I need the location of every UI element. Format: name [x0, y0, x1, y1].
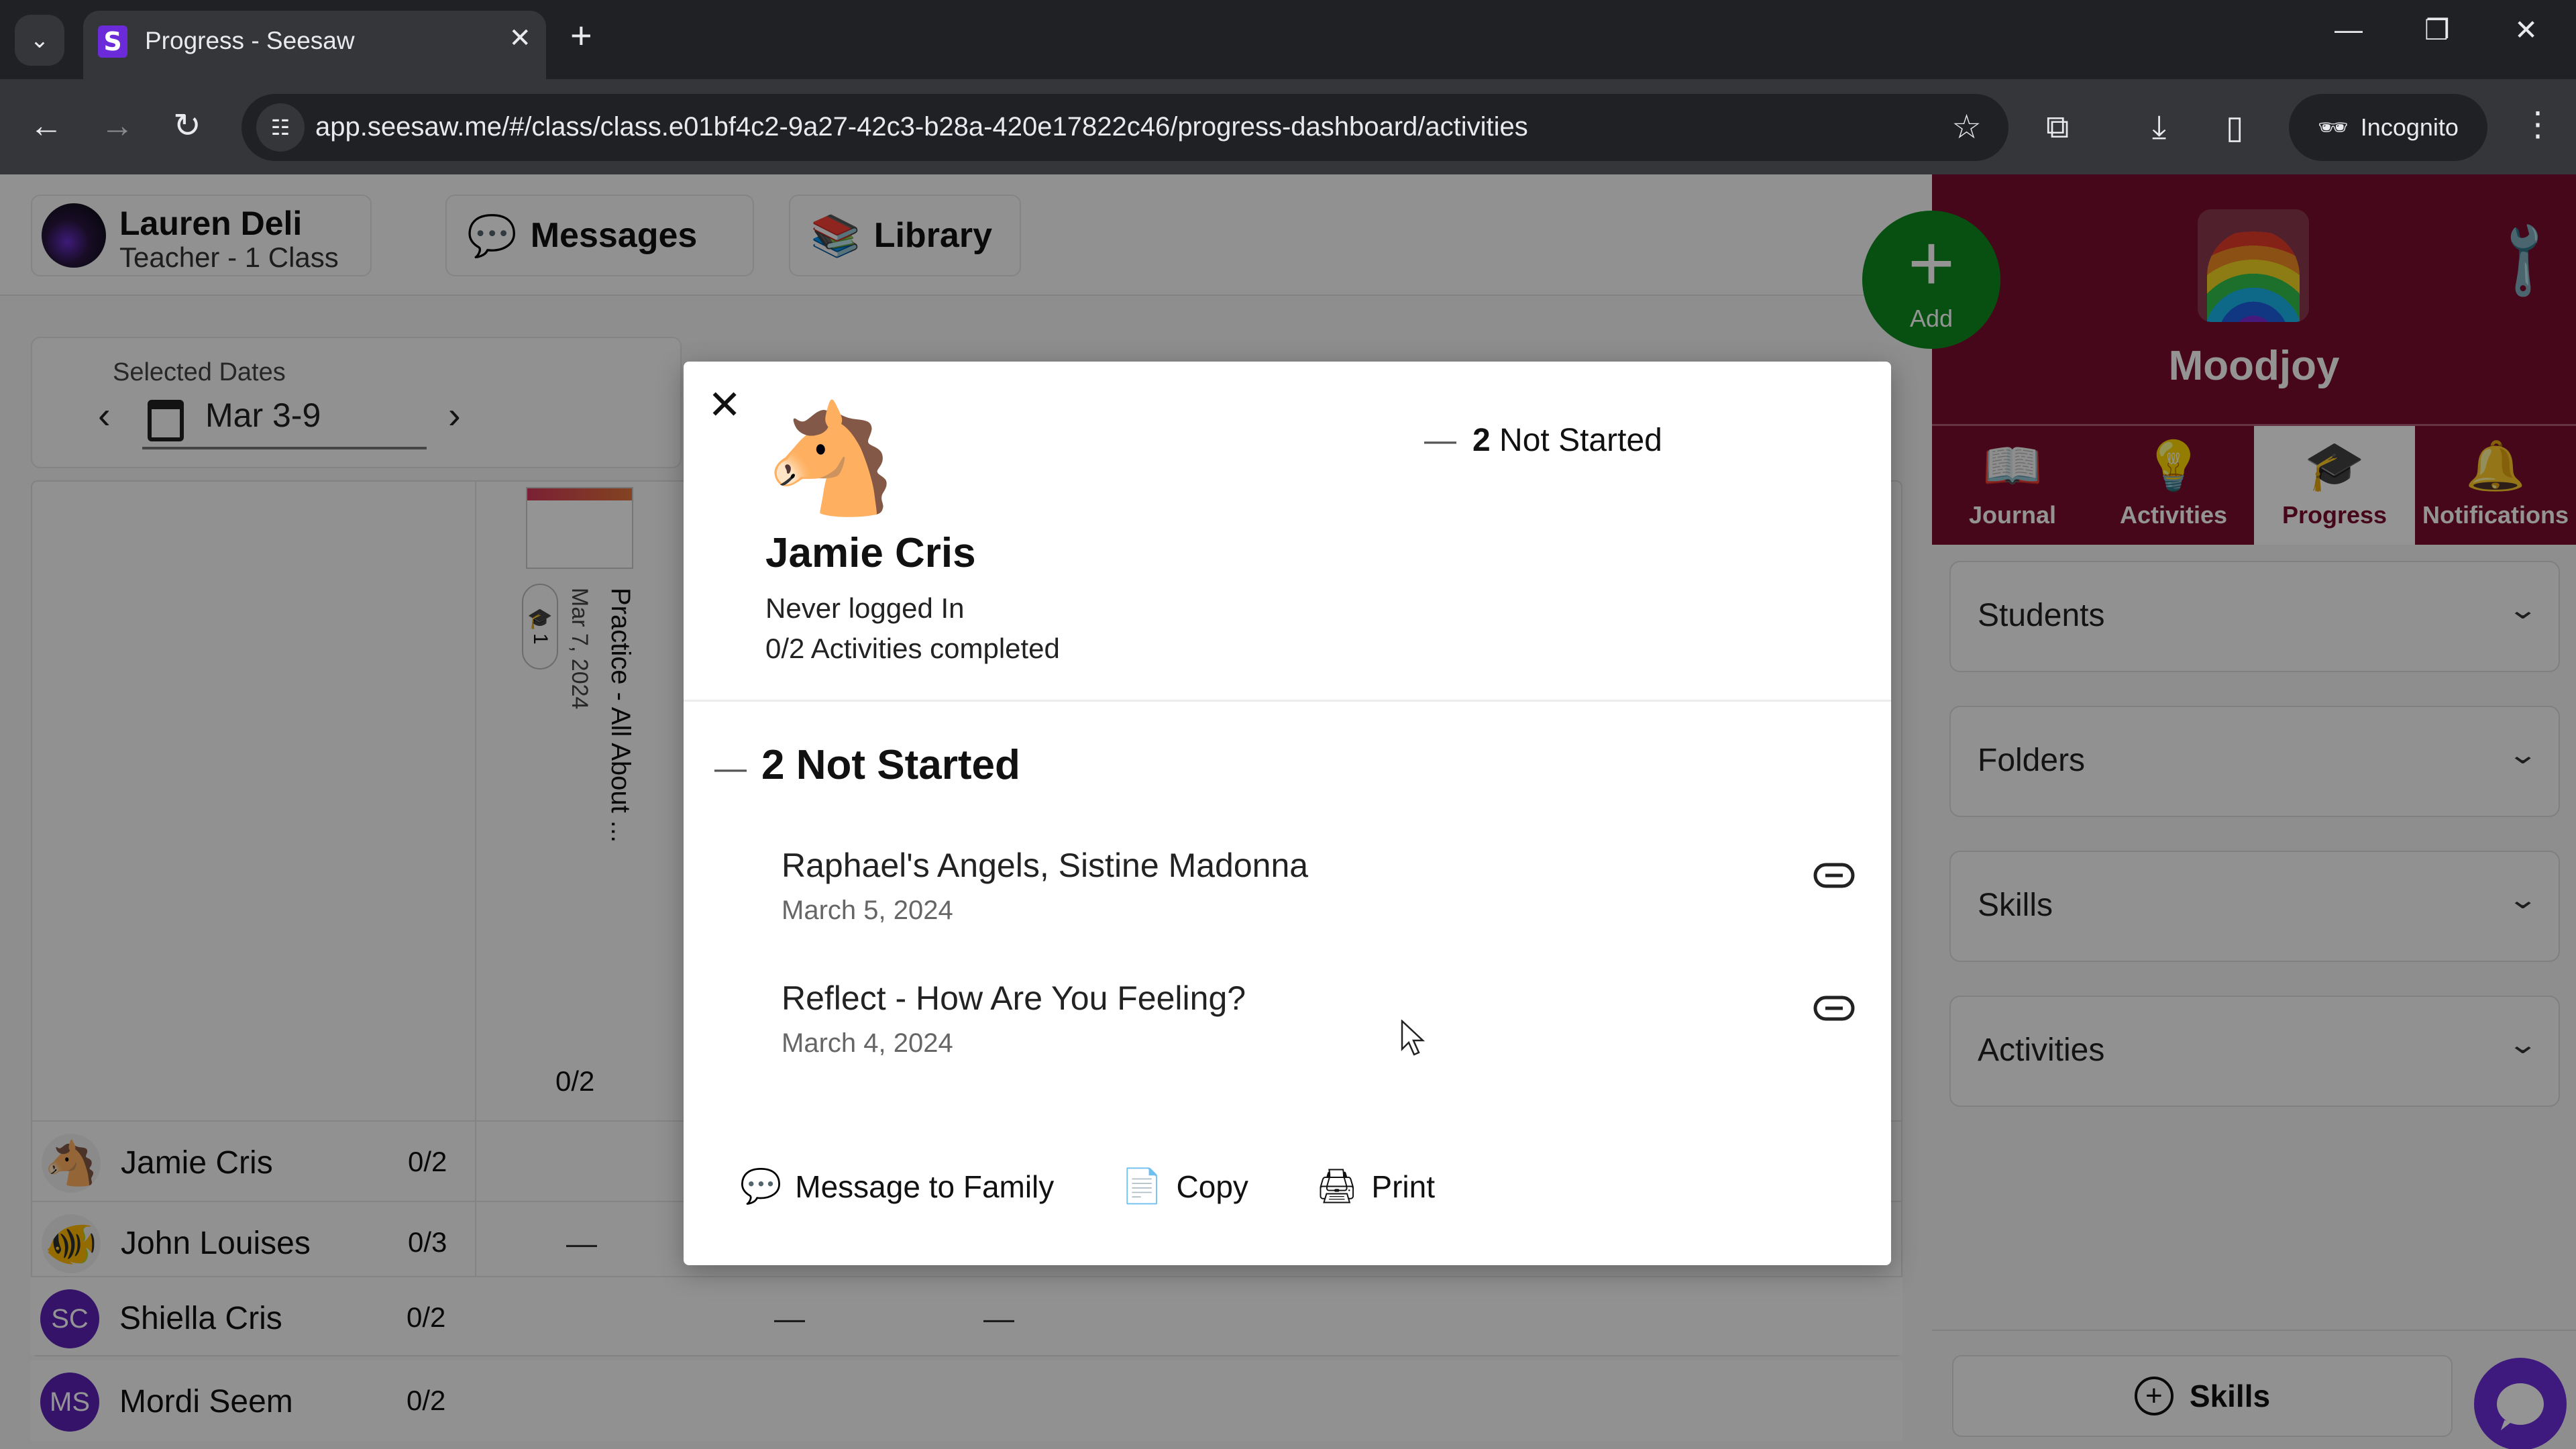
summary-count: 2	[1472, 423, 1491, 458]
activity-date: March 4, 2024	[782, 1028, 953, 1058]
print-button[interactable]: 🖨 Print	[1316, 1167, 1435, 1206]
browser-menu-icon[interactable]: ⋮	[2521, 105, 2555, 144]
forward-arrow-icon[interactable]: →	[101, 106, 134, 145]
site-info-icon[interactable]: ☷	[256, 103, 305, 152]
not-started-section-header[interactable]: — 2 Not Started	[714, 741, 1020, 789]
collapse-dash-icon: —	[714, 751, 747, 786]
chat-bubbles-icon: 💬	[740, 1167, 782, 1205]
address-bar[interactable]: ☷ app.seesaw.me/#/class/class.e01bf4c2-9…	[241, 94, 2008, 161]
close-modal-icon[interactable]: ✕	[708, 382, 741, 429]
incognito-icon: 🕶	[2318, 113, 2349, 141]
login-status: Never logged In	[765, 592, 965, 624]
link-icon[interactable]	[1813, 862, 1855, 889]
modal-student-name: Jamie Cris	[765, 530, 976, 576]
message-to-family-label: Message to Family	[795, 1169, 1055, 1204]
activity-title[interactable]: Raphael's Angels, Sistine Madonna	[782, 846, 1308, 885]
activity-list-item[interactable]: Reflect - How Are You Feeling? March 4, …	[782, 979, 1855, 1079]
not-started-dash-icon: —	[1424, 423, 1456, 458]
restore-window-icon[interactable]: ❐	[2424, 13, 2450, 46]
chevron-down-icon: ⌄	[30, 28, 50, 53]
printer-icon: 🖨	[1315, 1167, 1358, 1205]
extensions-puzzle-icon[interactable]: ⧉	[2046, 109, 2069, 146]
incognito-indicator[interactable]: 🕶 Incognito	[2289, 94, 2487, 161]
back-arrow-icon[interactable]: ←	[30, 106, 63, 145]
bookmark-star-icon[interactable]: ☆	[1951, 107, 1982, 146]
copy-button[interactable]: 📄 Copy	[1121, 1167, 1248, 1206]
modal-actions: 💬 Message to Family 📄 Copy 🖨 Print	[740, 1167, 1435, 1206]
summary-label: Not Started	[1499, 423, 1662, 458]
reload-icon[interactable]: ↻	[173, 106, 201, 145]
tab-close-icon[interactable]: ✕	[508, 23, 531, 54]
status-summary[interactable]: — 2 Not Started	[1424, 422, 1662, 459]
browser-tab-bar: ⌄ S Progress - Seesaw ✕ + — ❐ ✕	[0, 0, 2576, 80]
copy-label: Copy	[1176, 1169, 1248, 1204]
message-to-family-button[interactable]: 💬 Message to Family	[740, 1167, 1054, 1206]
student-progress-modal: ✕ 🐴 — 2 Not Started Jamie Cris Never logg…	[684, 362, 1891, 1265]
activity-title[interactable]: Reflect - How Are You Feeling?	[782, 979, 1246, 1018]
browser-tab-active[interactable]: S Progress - Seesaw ✕	[83, 11, 546, 80]
incognito-label: Incognito	[2360, 113, 2459, 141]
close-window-icon[interactable]: ✕	[2514, 13, 2538, 46]
copy-icon: 📄	[1121, 1167, 1163, 1205]
side-panel-icon[interactable]: ▯	[2226, 109, 2243, 146]
tab-list-button[interactable]: ⌄	[15, 15, 64, 66]
section-title: 2 Not Started	[761, 742, 1020, 788]
student-avatar-horse-icon: 🐴	[764, 398, 898, 519]
activities-completed: 0/2 Activities completed	[765, 633, 1060, 664]
activity-list-item[interactable]: Raphael's Angels, Sistine Madonna March …	[782, 846, 1855, 947]
print-label: Print	[1371, 1169, 1436, 1204]
browser-toolbar: ← → ↻ ☷ app.seesaw.me/#/class/class.e01b…	[0, 79, 2576, 174]
seesaw-favicon-icon: S	[98, 25, 127, 58]
activity-date: March 5, 2024	[782, 896, 953, 925]
modal-divider	[684, 700, 1891, 702]
download-icon[interactable]: ⤓	[2152, 109, 2166, 146]
minimize-window-icon[interactable]: —	[2334, 13, 2363, 46]
tab-title: Progress - Seesaw	[145, 27, 355, 54]
link-icon[interactable]	[1813, 995, 1855, 1022]
url-text[interactable]: app.seesaw.me/#/class/class.e01bf4c2-9a2…	[315, 112, 1528, 142]
mouse-cursor-icon	[1401, 1020, 1425, 1056]
new-tab-button[interactable]: +	[570, 13, 592, 57]
